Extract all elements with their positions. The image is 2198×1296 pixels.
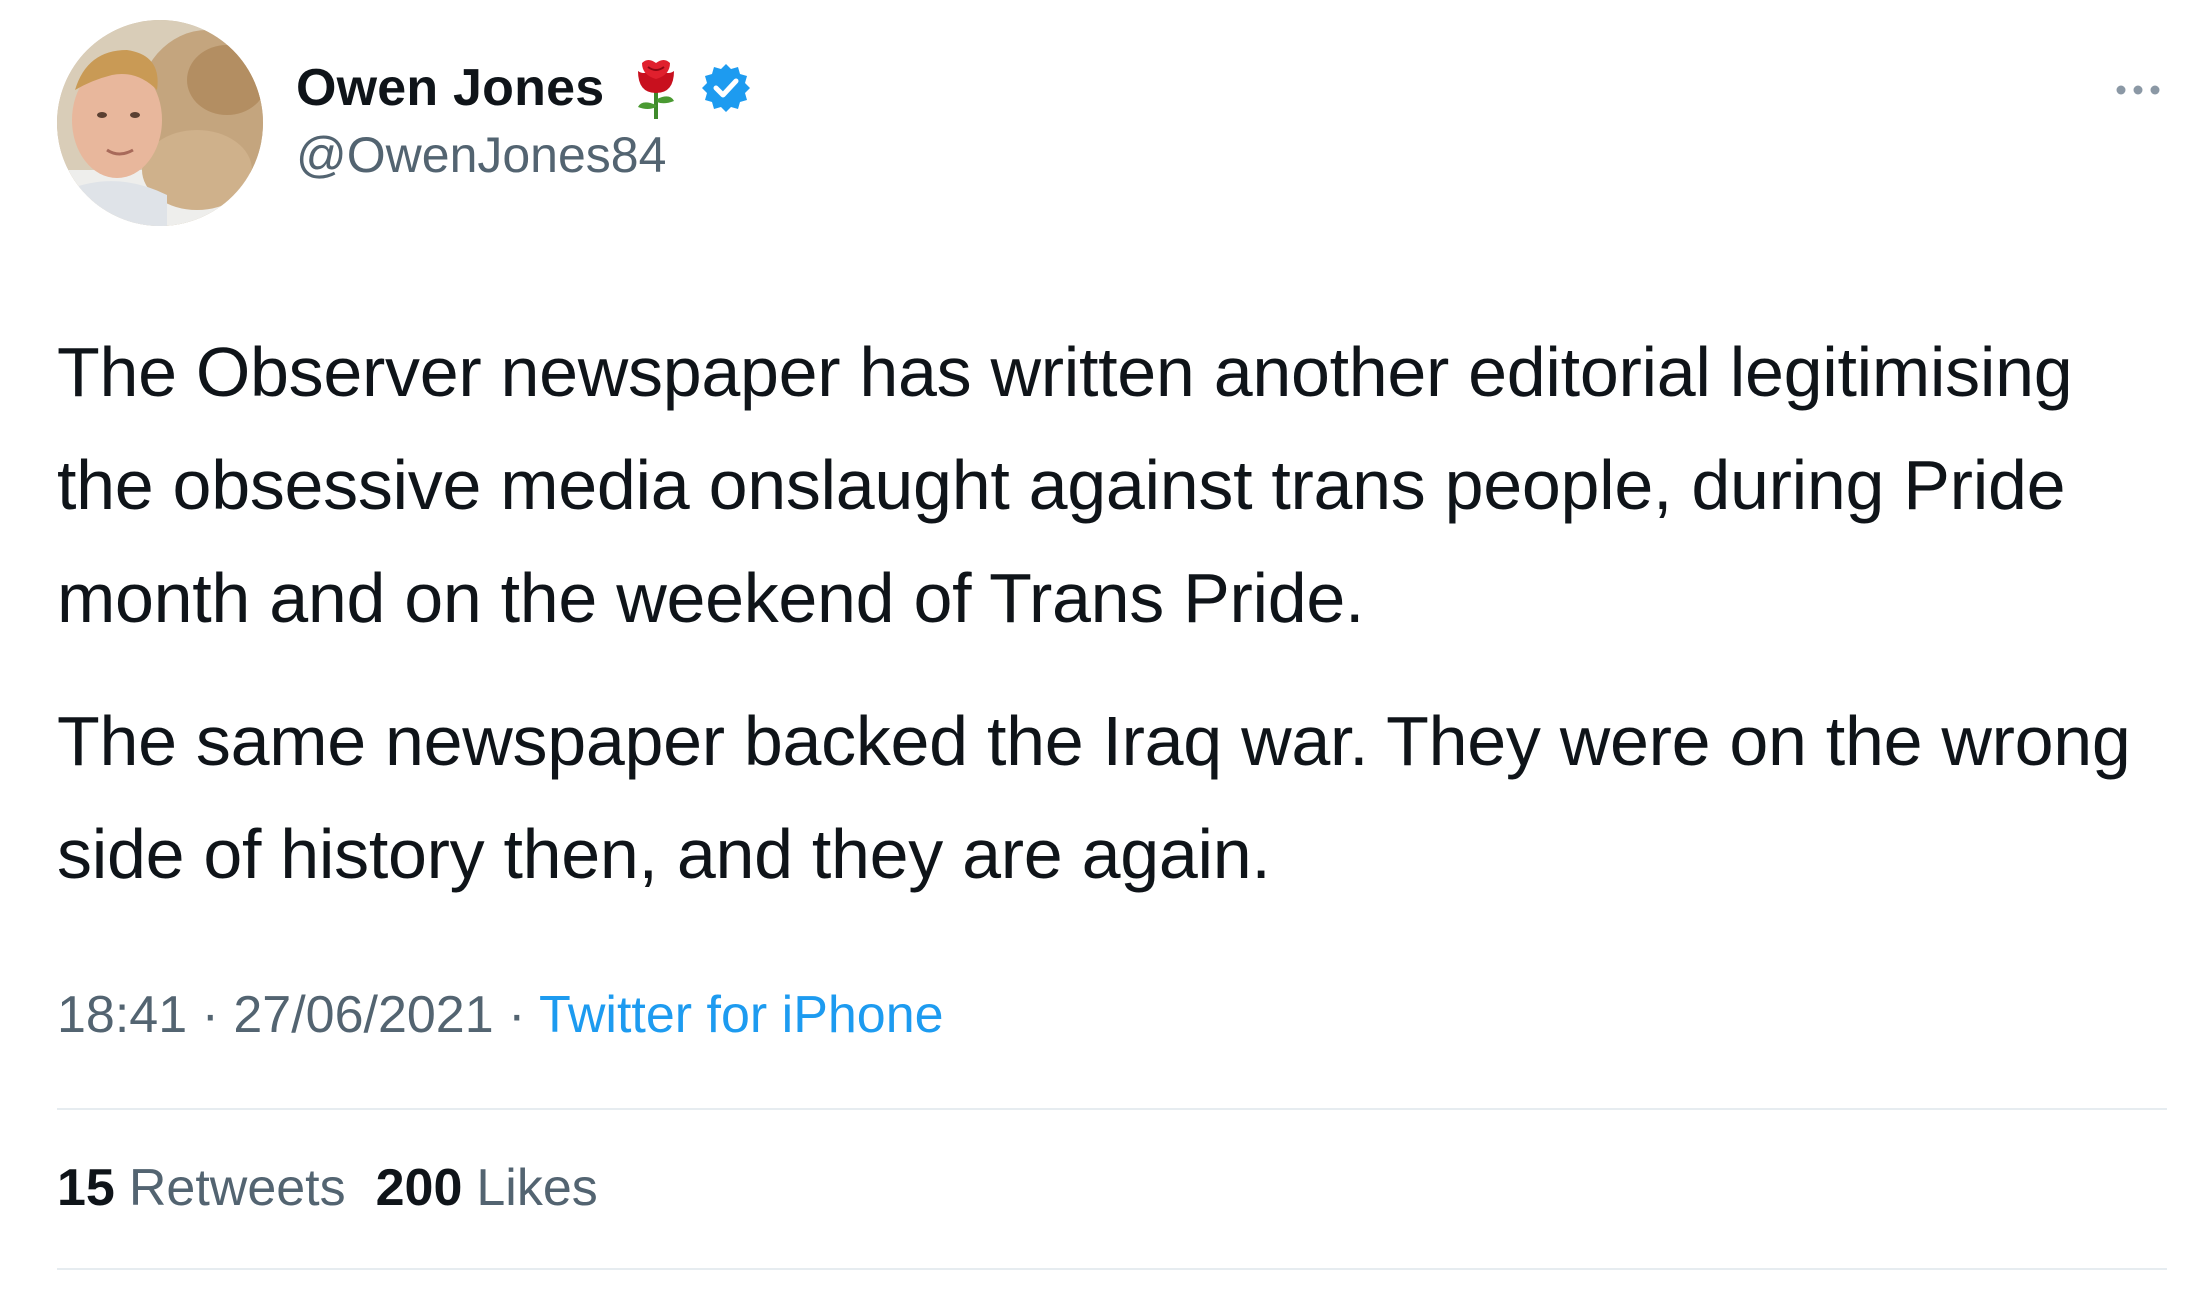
- author-handle[interactable]: @OwenJones84: [296, 126, 666, 184]
- engagement-stats: 15 Retweets 200 Likes: [57, 1158, 598, 1218]
- rose-icon: [638, 60, 675, 119]
- divider: [57, 1268, 2167, 1270]
- verified-badge-icon: [702, 64, 751, 112]
- tweet-date[interactable]: 27/06/2021: [233, 986, 493, 1044]
- divider: [57, 1108, 2167, 1110]
- author-display-name[interactable]: Owen Jones: [296, 58, 604, 118]
- retweets-label: Retweets: [128, 1159, 346, 1217]
- more-options-icon[interactable]: [2112, 70, 2164, 110]
- meta-separator: ·: [508, 986, 526, 1044]
- meta-separator: ·: [201, 986, 219, 1044]
- tweet-metadata: 18:41 · 27/06/2021 · Twitter for iPhone: [57, 985, 944, 1045]
- tweet-source-link[interactable]: Twitter for iPhone: [539, 986, 944, 1044]
- tweet-time[interactable]: 18:41: [57, 986, 187, 1044]
- likes-label: Likes: [476, 1159, 598, 1217]
- likes-stat[interactable]: 200 Likes: [376, 1158, 598, 1218]
- likes-count: 200: [375, 1159, 463, 1217]
- retweets-stat[interactable]: 15 Retweets: [57, 1158, 346, 1218]
- author-name-row: Owen Jones: [296, 52, 752, 124]
- avatar-photo: [57, 20, 263, 226]
- tweet-paragraph: The Observer newspaper has written anoth…: [57, 333, 2073, 637]
- tweet-text: The Observer newspaper has written anoth…: [57, 316, 2177, 911]
- tweet-paragraph: The same newspaper backed the Iraq war. …: [57, 702, 2131, 893]
- retweets-count: 15: [57, 1159, 115, 1217]
- tweet-card: Owen Jones @OwenJones84 The Observer new…: [0, 0, 2198, 1296]
- avatar[interactable]: [57, 20, 263, 226]
